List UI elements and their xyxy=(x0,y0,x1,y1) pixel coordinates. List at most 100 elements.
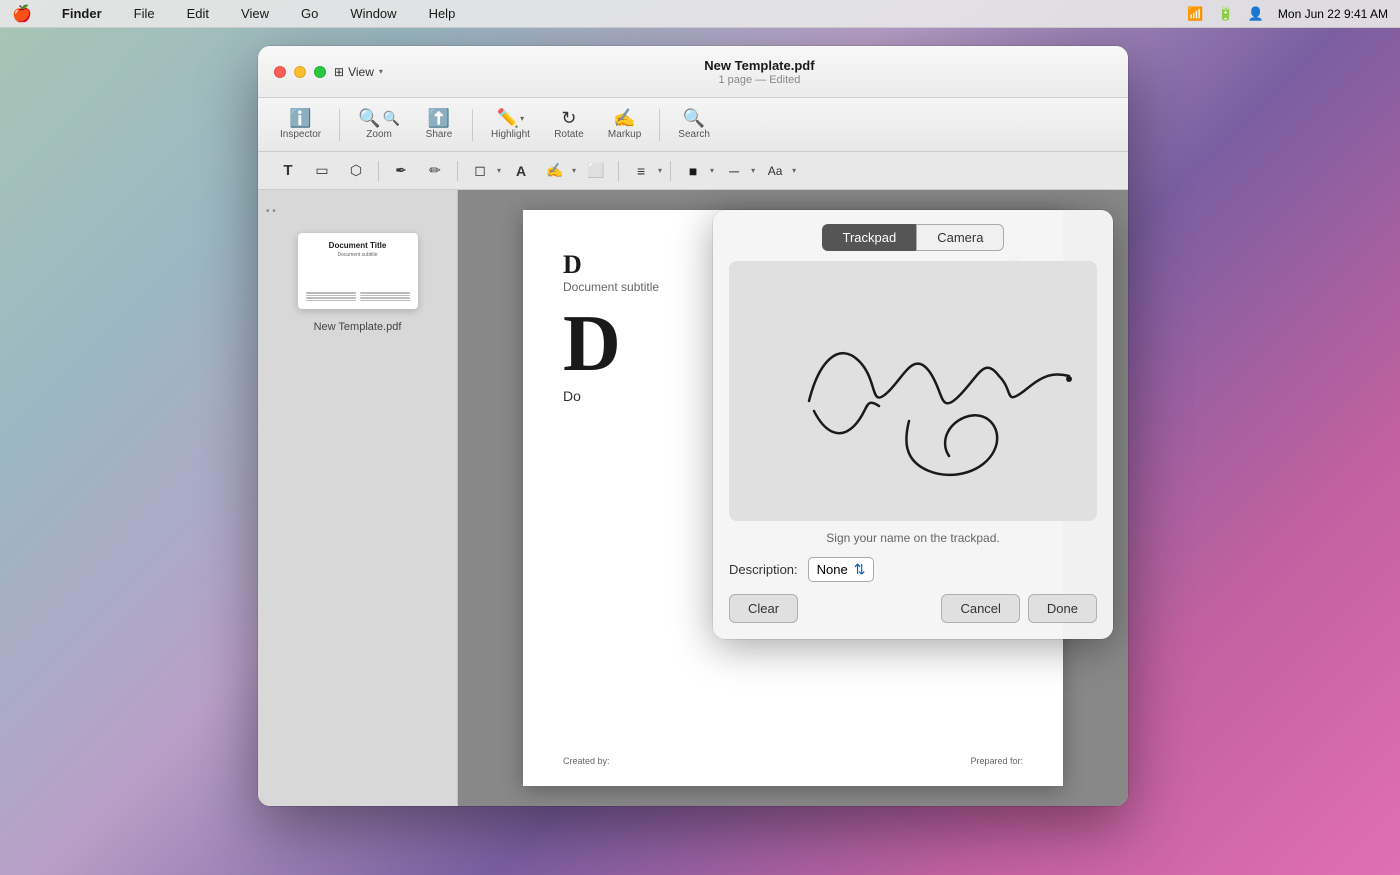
highlight-icon: ✏️ xyxy=(497,109,519,127)
font-tool[interactable]: Aa xyxy=(761,157,789,185)
user-icon: 👤 xyxy=(1248,6,1264,22)
zoom-button[interactable]: 🔍 🔍 Zoom xyxy=(348,105,410,144)
inspector-icon: ℹ️ xyxy=(289,109,311,127)
cancel-button[interactable]: Cancel xyxy=(941,594,1019,623)
thumb-col-line xyxy=(306,295,356,297)
view-arrow-icon: ▾ xyxy=(379,67,383,76)
share-label: Share xyxy=(426,129,453,140)
color-group[interactable]: ■ ▾ xyxy=(679,157,714,185)
text-box-tool[interactable]: A xyxy=(507,157,535,185)
thumb-col-line xyxy=(360,295,410,297)
highlight-button[interactable]: ✏️ ▾ Highlight xyxy=(481,105,540,144)
menu-help[interactable]: Help xyxy=(423,4,462,23)
stroke-icon: ─ xyxy=(729,163,739,179)
zoom-label: Zoom xyxy=(366,129,392,140)
text-cursor-tool[interactable]: T xyxy=(274,157,302,185)
list-icon: ≡ xyxy=(637,163,645,179)
menu-file[interactable]: File xyxy=(128,4,161,23)
color-tool[interactable]: ■ xyxy=(679,157,707,185)
capture-tool[interactable]: ⬡ xyxy=(342,157,370,185)
menu-finder[interactable]: Finder xyxy=(56,4,108,23)
rotate-icon: ↻ xyxy=(561,109,576,127)
view-label: View xyxy=(348,65,374,79)
highlight-arrow-icon: ▾ xyxy=(520,114,524,123)
signature-group[interactable]: ✍ ▾ xyxy=(541,157,576,185)
description-select[interactable]: None ⇅ xyxy=(808,557,875,582)
signature-arrow-icon: ▾ xyxy=(572,166,576,175)
menu-go[interactable]: Go xyxy=(295,4,324,23)
list-tool[interactable]: ≡ xyxy=(627,157,655,185)
prepared-for-label: Prepared for: xyxy=(970,756,1023,766)
shapes-group[interactable]: ◻ ▾ xyxy=(466,157,501,185)
signature-tool[interactable]: ✍ xyxy=(541,157,569,185)
font-group[interactable]: Aa ▾ xyxy=(761,157,796,185)
maximize-button[interactable] xyxy=(314,66,326,78)
minimize-button[interactable] xyxy=(294,66,306,78)
search-icon: 🔍 xyxy=(683,109,705,127)
list-arrow-icon: ▾ xyxy=(658,166,662,175)
pen-icon: ✏ xyxy=(429,162,441,179)
shapes-tool[interactable]: ◻ xyxy=(466,157,494,185)
shapes-arrow-icon: ▾ xyxy=(497,166,501,175)
done-button[interactable]: Done xyxy=(1028,594,1097,623)
traffic-lights xyxy=(274,66,326,78)
view-button[interactable]: ⊞ View ▾ xyxy=(326,61,391,83)
menu-window[interactable]: Window xyxy=(344,4,402,23)
font-icon: Aa xyxy=(768,164,783,178)
color-icon: ■ xyxy=(689,163,697,179)
close-button[interactable] xyxy=(274,66,286,78)
stroke-tool[interactable]: ─ xyxy=(720,157,748,185)
thumbnail[interactable]: Document Title Document subtitle xyxy=(298,233,418,309)
search-button[interactable]: 🔍 Search xyxy=(668,105,720,144)
thumb-col-line xyxy=(306,292,356,294)
zoom-btn-group: 🔍 🔍 xyxy=(358,109,400,127)
thumb-col-right xyxy=(360,292,410,301)
pdf-footer: Created by: Prepared for: xyxy=(563,756,1023,766)
rotate-label: Rotate xyxy=(554,129,583,140)
clear-button[interactable]: Clear xyxy=(729,594,798,623)
window-title: New Template.pdf xyxy=(704,58,814,73)
list-group[interactable]: ≡ ▾ xyxy=(627,157,662,185)
ann-sep-1 xyxy=(378,161,379,181)
thumb-subtitle: Document subtitle xyxy=(306,252,410,258)
thumb-col-line xyxy=(306,297,356,299)
right-buttons: Cancel Done xyxy=(941,594,1097,623)
camera-tab[interactable]: Camera xyxy=(916,224,1004,251)
frame-tool[interactable]: ⬜ xyxy=(582,157,610,185)
signature-tabs: Trackpad Camera xyxy=(713,210,1113,261)
apple-menu[interactable]: 🍎 xyxy=(12,4,32,24)
capture-icon: ⬡ xyxy=(350,162,362,179)
created-by-label: Created by: xyxy=(563,756,610,766)
inspector-button[interactable]: ℹ️ Inspector xyxy=(270,105,331,144)
description-value: None xyxy=(817,562,848,577)
thumb-col-line xyxy=(360,297,410,299)
signature-canvas[interactable] xyxy=(729,261,1097,521)
rect-select-icon: ▭ xyxy=(315,162,328,179)
stroke-group[interactable]: ─ ▾ xyxy=(720,157,755,185)
shapes-icon: ◻ xyxy=(474,162,486,179)
share-button[interactable]: ⬆️ Share xyxy=(414,105,464,144)
thumb-title: Document Title xyxy=(306,241,410,250)
menu-edit[interactable]: Edit xyxy=(181,4,215,23)
markup-button[interactable]: ✍️ Markup xyxy=(598,105,651,144)
signature-svg xyxy=(729,261,1097,521)
trackpad-tab[interactable]: Trackpad xyxy=(822,224,917,251)
draw-tool[interactable]: ✒ xyxy=(387,157,415,185)
search-label: Search xyxy=(678,129,710,140)
signature-description-row: Description: None ⇅ xyxy=(713,551,1113,594)
menu-view[interactable]: View xyxy=(235,4,275,23)
inspector-label: Inspector xyxy=(280,129,321,140)
thumb-col-line xyxy=(360,300,410,302)
titlebar-center: New Template.pdf 1 page — Edited xyxy=(407,58,1112,86)
thumb-col-line xyxy=(306,300,356,302)
rect-select-tool[interactable]: ▭ xyxy=(308,157,336,185)
zoom-out-icon: 🔍 xyxy=(383,111,400,125)
preview-window: ⊞ View ▾ New Template.pdf 1 page — Edite… xyxy=(258,46,1128,806)
zoom-in-icon: 🔍 xyxy=(358,109,380,127)
ann-sep-2 xyxy=(457,161,458,181)
pen-tool[interactable]: ✏ xyxy=(421,157,449,185)
rotate-button[interactable]: ↻ Rotate xyxy=(544,105,594,144)
frame-icon: ⬜ xyxy=(587,162,604,179)
signature-actions: Clear Cancel Done xyxy=(713,594,1113,639)
titlebar: ⊞ View ▾ New Template.pdf 1 page — Edite… xyxy=(258,46,1128,98)
